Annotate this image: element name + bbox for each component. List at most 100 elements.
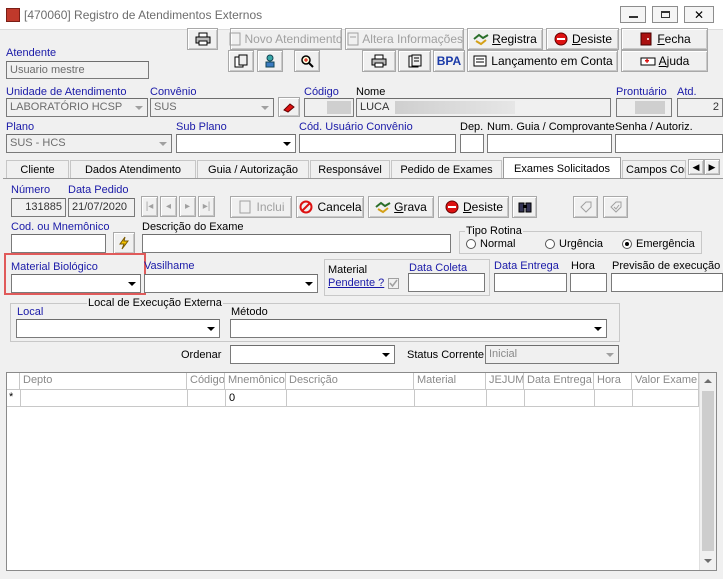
prontuario-field [616, 98, 672, 117]
nav-last-button[interactable]: ▸| [198, 196, 215, 217]
previsao-field[interactable] [611, 273, 723, 292]
tab-cliente[interactable]: Cliente [6, 160, 69, 178]
grid-header-codigo[interactable]: Código [187, 373, 225, 389]
tag-check-button[interactable] [603, 196, 628, 218]
minimize-button[interactable] [620, 6, 646, 23]
radio-normal[interactable]: Normal [466, 238, 515, 250]
tab-exames-solicitados[interactable]: Exames Solicitados [503, 157, 621, 179]
nav-prev-button[interactable]: ◂ [160, 196, 177, 217]
desiste-exame-button[interactable]: Desiste [438, 196, 509, 218]
report-icon [408, 54, 421, 68]
grid-header-material[interactable]: Material [414, 373, 486, 389]
material-pendente-checkbox[interactable] [388, 278, 399, 289]
ajuda-button[interactable]: Ajuda [621, 50, 708, 72]
novo-atendimento-button[interactable]: Novo Atendimento [229, 28, 343, 50]
lancamento-em-conta-button[interactable]: Lançamento em Conta [467, 50, 618, 72]
cell-descricao[interactable] [286, 390, 414, 406]
grid-header-jejum[interactable]: JEJUM [486, 373, 524, 389]
tab-pedido-de-exames[interactable]: Pedido de Exames [391, 160, 502, 178]
descricao-exame-field[interactable] [142, 234, 451, 253]
data-coleta-field[interactable] [408, 273, 485, 292]
radio-emergencia[interactable]: Emergência [622, 238, 695, 250]
person-button[interactable] [257, 50, 283, 72]
chevron-down-icon [381, 352, 390, 357]
desiste-top-button[interactable]: Desiste [546, 28, 619, 50]
material-biologico-select[interactable] [11, 274, 141, 293]
app-icon [6, 8, 20, 22]
search-exam-button[interactable] [512, 196, 537, 218]
grid-header-valor-exame[interactable]: Valor Exame [632, 373, 699, 389]
tab-dados-atendimento[interactable]: Dados Atendimento [70, 160, 196, 178]
cell-hora[interactable] [594, 390, 632, 406]
grid-header-hora[interactable]: Hora [594, 373, 632, 389]
cell-mnemonico[interactable]: 0 [225, 390, 286, 406]
copy-button[interactable] [228, 50, 254, 72]
local-select[interactable] [16, 319, 220, 338]
cell-material[interactable] [414, 390, 486, 406]
status-corrente-select[interactable]: Inicial [485, 345, 619, 364]
convenio-select[interactable]: SUS [150, 98, 274, 117]
scroll-thumb[interactable] [702, 391, 714, 551]
cell-valor-exame[interactable] [632, 390, 699, 406]
unidade-select[interactable]: LABORATÓRIO HCSP [6, 98, 148, 117]
chevron-up-icon [704, 379, 712, 383]
grid-scrollbar[interactable] [699, 373, 716, 570]
inclui-button[interactable]: Inclui [230, 196, 292, 218]
tab-guia-autorizacao[interactable]: Guia / Autorização [197, 160, 309, 178]
cod-mnemonico-field[interactable] [11, 234, 106, 253]
dep-field[interactable] [460, 134, 484, 153]
grid-header-data-entrega[interactable]: Data Entrega [524, 373, 594, 389]
tab-scroll-right-button[interactable]: ▶ [704, 159, 720, 175]
minimize-icon [629, 16, 638, 18]
convenio-edit-button[interactable] [278, 97, 300, 117]
metodo-select[interactable] [230, 319, 607, 338]
grid-header-descricao[interactable]: Descrição [286, 373, 414, 389]
nav-first-button[interactable]: |◂ [141, 196, 158, 217]
bpa-button[interactable]: BPA [433, 50, 465, 72]
cancel-icon [298, 199, 314, 215]
cell-data-entrega[interactable] [524, 390, 594, 406]
tag-button[interactable] [573, 196, 598, 218]
local-label: Local [17, 306, 44, 318]
cell-jejum[interactable] [486, 390, 524, 406]
senha-field[interactable] [615, 134, 723, 153]
chevron-right-icon: ▶ [708, 161, 716, 172]
tab-campos-complementares[interactable]: Campos Com [622, 160, 686, 178]
fecha-button[interactable]: Fecha [621, 28, 708, 50]
scroll-down-button[interactable] [700, 553, 716, 569]
subplano-select[interactable] [176, 134, 296, 153]
nav-next-button[interactable]: ▸ [179, 196, 196, 217]
data-entrega-field[interactable] [494, 273, 567, 292]
codigo-label: Código [304, 86, 339, 98]
cell-depto[interactable] [20, 390, 187, 406]
search-button[interactable] [294, 50, 320, 72]
cod-usuario-field[interactable] [299, 134, 456, 153]
plano-select[interactable]: SUS - HCS [6, 134, 172, 153]
altera-informacoes-button[interactable]: Altera Informações [345, 28, 464, 50]
hora-label: Hora [571, 260, 595, 272]
report-button[interactable] [398, 50, 431, 72]
maximize-button[interactable] [652, 6, 678, 23]
registra-button[interactable]: Registra [467, 28, 543, 50]
lightning-button[interactable] [113, 232, 135, 254]
tab-responsavel[interactable]: Responsável [310, 160, 390, 178]
table-row[interactable]: * 0 [7, 389, 699, 407]
radio-urgencia[interactable]: Urgência [545, 238, 603, 250]
ambulance-icon [640, 53, 656, 69]
hora-field[interactable] [570, 273, 607, 292]
scroll-up-button[interactable] [700, 373, 716, 389]
tab-scroll-left-button[interactable]: ◀ [688, 159, 704, 175]
cancela-button[interactable]: Cancela [296, 196, 364, 218]
grid-header-depto[interactable]: Depto [20, 373, 187, 389]
eraser-icon [283, 103, 295, 113]
close-button[interactable]: ✕ [684, 6, 714, 23]
vasilhame-select[interactable] [144, 274, 318, 293]
ordenar-select[interactable] [230, 345, 395, 364]
num-guia-field[interactable] [487, 134, 612, 153]
grid-header-mnemonico[interactable]: Mnemônico [225, 373, 286, 389]
print2-button[interactable] [362, 50, 396, 72]
grava-button[interactable]: Grava [368, 196, 434, 218]
tipo-rotina-label: Tipo Rotina [465, 225, 523, 237]
print-button[interactable] [187, 28, 218, 50]
cell-codigo[interactable] [187, 390, 225, 406]
